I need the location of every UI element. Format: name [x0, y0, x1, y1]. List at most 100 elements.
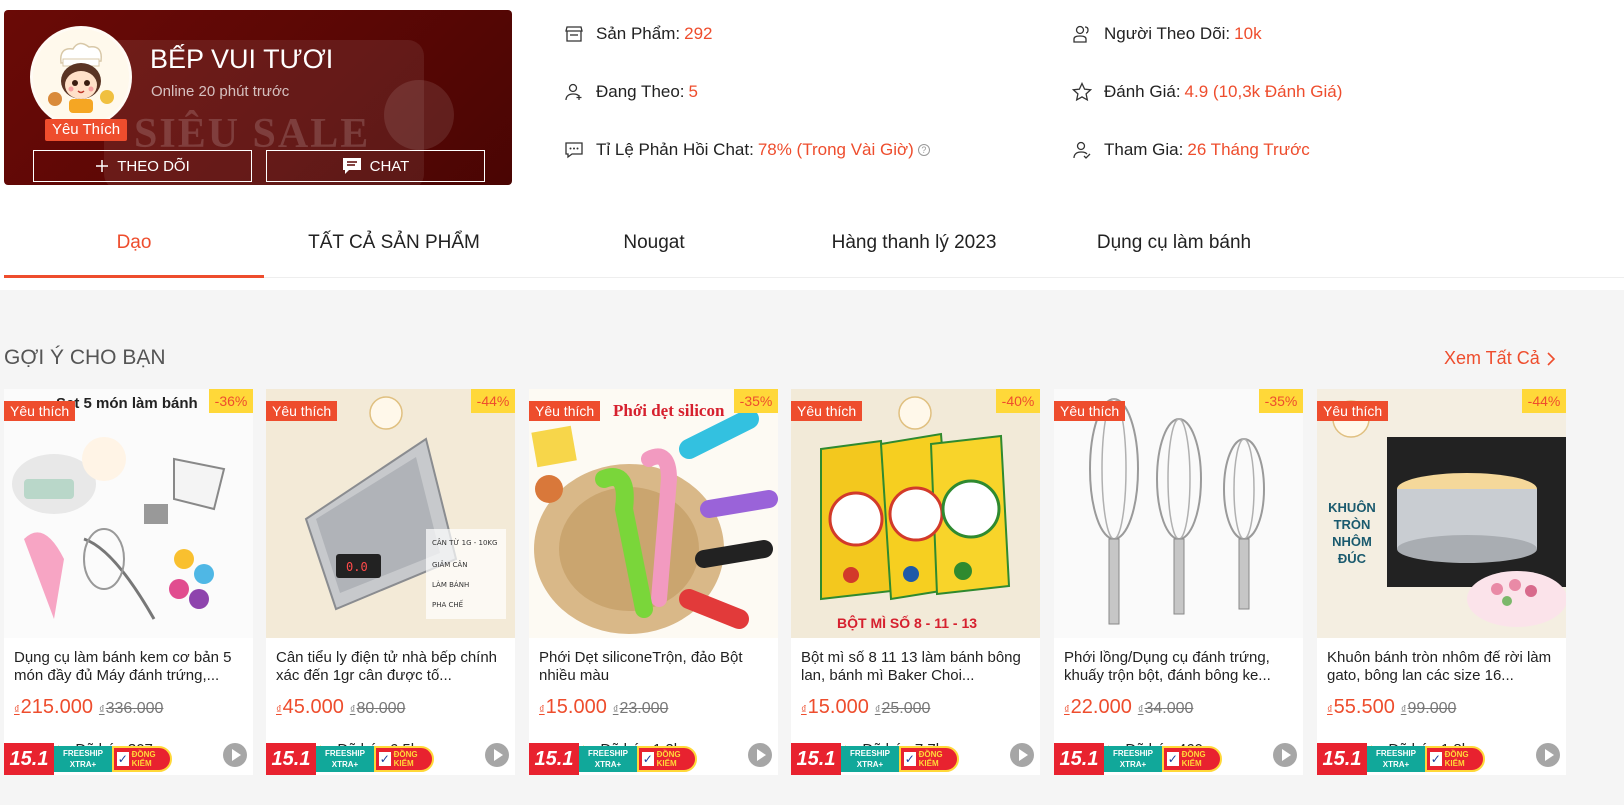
image-caption: KHUÔN TRÒN NHÔM ĐÚC — [1328, 500, 1376, 566]
chat-icon — [564, 140, 584, 160]
stat-following-value: 5 — [688, 82, 698, 101]
product-price: ₫ 15.000 ₫ 25.000 — [801, 696, 931, 718]
product-name[interactable]: Cân tiểu ly điện tử nhà bếp chính xác đế… — [276, 649, 506, 685]
user-check-icon — [1072, 140, 1092, 160]
favorite-shop-badge: Yêu Thích — [45, 119, 127, 141]
image-caption: BỘT MÌ SỐ 8 - 11 - 13 — [837, 615, 978, 631]
check-tag: ✓ ĐỒNG KIỂM — [112, 746, 172, 772]
follow-button[interactable]: THEO DÕI — [33, 150, 252, 182]
product-card[interactable]: 0.0 CÂN TỪ 1G - 10KG GIẢM CÂN LÀM BÁNH P… — [266, 389, 515, 775]
product-card[interactable]: Phới dẹt silicon Yêu thích -35% 15.1 FRE… — [529, 389, 778, 775]
stat-chat-response-value: 78% (Trong Vài Giờ) — [757, 140, 914, 159]
stat-rating: Đánh Giá: 4.9 (10,3k Đánh Giá) — [1072, 82, 1342, 102]
check-tag: ✓ ĐỒNG KIỂM — [899, 746, 959, 772]
checkmark-icon: ✓ — [1167, 752, 1179, 766]
shop-tabs: Dạo TẤT CẢ SẢN PHẨM Nougat Hàng thanh lý… — [4, 212, 1624, 278]
play-video-icon[interactable] — [1010, 743, 1034, 767]
see-all-label: Xem Tất Cả — [1444, 348, 1540, 368]
promo-strip: 15.1 FREESHIP XTRA+ ✓ ĐỒNG KIỂM — [529, 743, 778, 775]
product-card[interactable]: KHUÔN TRÒN NHÔM ĐÚC Yêu thích -44% 15.1 … — [1317, 389, 1566, 775]
play-video-icon[interactable] — [485, 743, 509, 767]
freeship-tag: FREESHIP XTRA+ — [1104, 746, 1162, 772]
checkmark-icon: ✓ — [904, 752, 916, 766]
stat-joined: Tham Gia: 26 Tháng Trước — [1072, 140, 1310, 160]
product-image: BỘT MÌ SỐ 8 - 11 - 13 — [791, 389, 1040, 638]
stat-followers: Người Theo Dõi: 10k — [1072, 24, 1262, 44]
product-name[interactable]: Phới Dẹt siliconeTrộn, đảo Bột nhiều màu — [539, 649, 769, 685]
stat-products-value: 292 — [684, 24, 713, 43]
stat-chat-response: Tỉ Lệ Phản Hồi Chat: 78% (Trong Vài Giờ)… — [564, 140, 930, 160]
product-image: Set 5 món làm bánh — [4, 389, 253, 638]
freeship-tag: FREESHIP XTRA+ — [579, 746, 637, 772]
svg-text:PHA CHẾ: PHA CHẾ — [432, 599, 464, 609]
section-title: GỢI Ý CHO BẠN — [4, 346, 166, 369]
product-name[interactable]: Khuôn bánh tròn nhôm đế rời làm gato, bô… — [1327, 649, 1557, 685]
promo-strip: 15.1 FREESHIP XTRA+ ✓ ĐỒNG KIỂM — [1317, 743, 1566, 775]
checkmark-icon: ✓ — [1430, 752, 1442, 766]
discount-badge: -36% — [209, 389, 253, 413]
product-name[interactable]: Bột mì số 8 11 13 làm bánh bông lan, bán… — [801, 649, 1031, 685]
star-icon — [1072, 82, 1092, 102]
tab-all-products[interactable]: TẤT CẢ SẢN PHẨM — [264, 212, 524, 277]
tab-clearance-2023[interactable]: Hàng thanh lý 2023 — [784, 212, 1044, 277]
product-image: 0.0 CÂN TỪ 1G - 10KG GIẢM CÂN LÀM BÁNH P… — [266, 389, 515, 638]
stat-products-label: Sản Phẩm: — [596, 24, 681, 43]
product-price: ₫ 22.000 ₫ 34.000 — [1064, 696, 1194, 718]
play-video-icon[interactable] — [1273, 743, 1297, 767]
svg-text:0.0: 0.0 — [346, 560, 368, 574]
discount-badge: -44% — [471, 389, 515, 413]
user-plus-icon — [564, 82, 584, 102]
followers-icon — [1072, 24, 1092, 44]
stat-products: Sản Phẩm: 292 — [564, 24, 712, 44]
play-video-icon[interactable] — [1536, 743, 1560, 767]
product-card[interactable]: Set 5 món làm bánh Yêu thích -36% 15.1 F… — [4, 389, 253, 775]
stat-chat-response-label: Tỉ Lệ Phản Hồi Chat: — [596, 140, 754, 159]
chat-bubble-icon — [342, 158, 361, 174]
chat-button[interactable]: CHAT — [266, 150, 485, 182]
help-icon[interactable]: ? — [917, 144, 930, 156]
discount-badge: -40% — [996, 389, 1040, 413]
current-price: 15.000 — [545, 696, 607, 718]
shop-online-status: Online 20 phút trước — [151, 83, 290, 100]
sale-tag: 15.1 — [266, 743, 316, 775]
tab-nougat[interactable]: Nougat — [524, 212, 784, 277]
play-video-icon[interactable] — [748, 743, 772, 767]
play-video-icon[interactable] — [223, 743, 247, 767]
svg-text:LÀM BÁNH: LÀM BÁNH — [432, 580, 469, 589]
stat-joined-value: 26 Tháng Trước — [1187, 140, 1310, 159]
tab-baking-tools[interactable]: Dụng cụ làm bánh — [1044, 212, 1304, 277]
discount-badge: -35% — [1259, 389, 1303, 413]
stat-followers-value: 10k — [1234, 24, 1262, 43]
avatar[interactable] — [30, 26, 132, 128]
freeship-tag: FREESHIP XTRA+ — [841, 746, 899, 772]
product-card[interactable]: Yêu thích -35% 15.1 FREESHIP XTRA+ ✓ ĐỒNG… — [1054, 389, 1303, 775]
checkmark-icon: ✓ — [379, 752, 391, 766]
product-name[interactable]: Phới lồng/Dụng cụ đánh trứng, khuấy trộn… — [1064, 649, 1294, 685]
tab-explore[interactable]: Dạo — [4, 212, 264, 278]
promo-strip: 15.1 FREESHIP XTRA+ ✓ ĐỒNG KIỂM — [791, 743, 1040, 775]
sale-tag: 15.1 — [529, 743, 579, 775]
stat-rating-value: 4.9 (10,3k Đánh Giá) — [1184, 82, 1343, 101]
product-card[interactable]: BỘT MÌ SỐ 8 - 11 - 13 Yêu thích -40% 15.… — [791, 389, 1040, 775]
chevron-right-icon — [1547, 351, 1555, 366]
favorite-label: Yêu thích — [791, 401, 863, 421]
see-all-link[interactable]: Xem Tất Cả — [1444, 348, 1556, 369]
discount-badge: -44% — [1522, 389, 1566, 413]
original-price: 99.000 — [1407, 700, 1457, 717]
check-tag: ✓ ĐỒNG KIỂM — [1162, 746, 1222, 772]
product-price: ₫ 15.000 ₫ 23.000 — [539, 696, 669, 718]
current-price: 215.000 — [20, 696, 93, 718]
promo-strip: 15.1 FREESHIP XTRA+ ✓ ĐỒNG KIỂM — [4, 743, 253, 775]
original-price: 80.000 — [356, 700, 406, 717]
checkmark-icon: ✓ — [117, 752, 129, 766]
chat-button-label: CHAT — [369, 157, 410, 175]
product-price: ₫ 215.000 ₫ 336.000 — [14, 696, 164, 718]
sale-tag: 15.1 — [4, 743, 54, 775]
sale-tag: 15.1 — [791, 743, 841, 775]
favorite-label: Yêu thích — [4, 401, 76, 421]
product-image: KHUÔN TRÒN NHÔM ĐÚC — [1317, 389, 1566, 638]
product-name[interactable]: Dụng cụ làm bánh kem cơ bản 5 món đầy đủ… — [14, 649, 244, 685]
original-price: 25.000 — [881, 700, 931, 717]
product-price: ₫ 55.500 ₫ 99.000 — [1327, 696, 1457, 718]
original-price: 336.000 — [105, 700, 164, 717]
